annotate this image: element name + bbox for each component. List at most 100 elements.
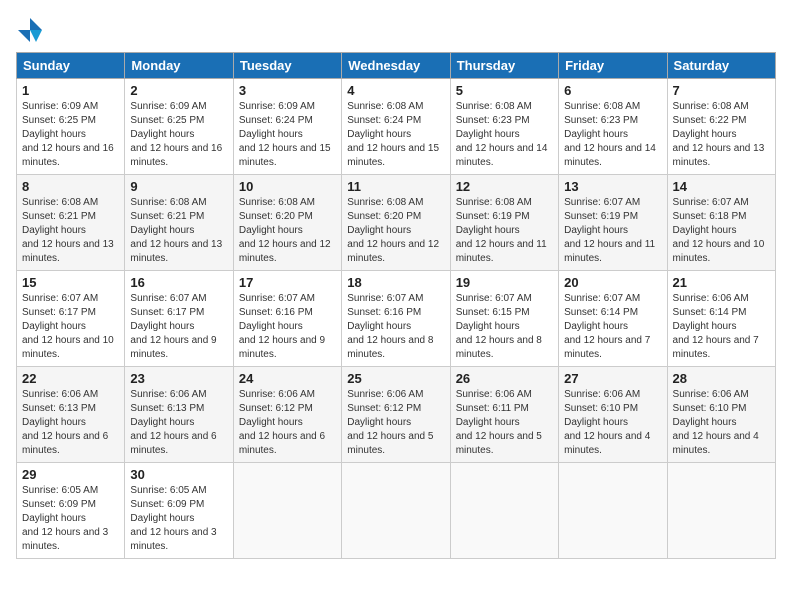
day-number: 20: [564, 275, 661, 290]
day-info: Sunrise: 6:07 AM Sunset: 6:14 PM Dayligh…: [564, 292, 661, 362]
day-number: 19: [456, 275, 553, 290]
day-info: Sunrise: 6:06 AM Sunset: 6:13 PM Dayligh…: [22, 388, 119, 458]
calendar-header-row: SundayMondayTuesdayWednesdayThursdayFrid…: [17, 53, 776, 79]
day-info: Sunrise: 6:06 AM Sunset: 6:12 PM Dayligh…: [347, 388, 444, 458]
calendar-cell: [233, 463, 341, 559]
calendar-header-thursday: Thursday: [450, 53, 558, 79]
calendar-week-row: 22 Sunrise: 6:06 AM Sunset: 6:13 PM Dayl…: [17, 367, 776, 463]
day-info: Sunrise: 6:08 AM Sunset: 6:21 PM Dayligh…: [22, 196, 119, 266]
day-number: 18: [347, 275, 444, 290]
day-info: Sunrise: 6:08 AM Sunset: 6:23 PM Dayligh…: [564, 100, 661, 170]
day-info: Sunrise: 6:07 AM Sunset: 6:19 PM Dayligh…: [564, 196, 661, 266]
day-number: 22: [22, 371, 119, 386]
calendar-cell: 16 Sunrise: 6:07 AM Sunset: 6:17 PM Dayl…: [125, 271, 233, 367]
day-number: 5: [456, 83, 553, 98]
calendar-cell: 10 Sunrise: 6:08 AM Sunset: 6:20 PM Dayl…: [233, 175, 341, 271]
calendar-cell: 2 Sunrise: 6:09 AM Sunset: 6:25 PM Dayli…: [125, 79, 233, 175]
calendar-cell: 7 Sunrise: 6:08 AM Sunset: 6:22 PM Dayli…: [667, 79, 775, 175]
calendar-cell: [342, 463, 450, 559]
calendar-cell: 28 Sunrise: 6:06 AM Sunset: 6:10 PM Dayl…: [667, 367, 775, 463]
day-number: 23: [130, 371, 227, 386]
calendar-cell: 25 Sunrise: 6:06 AM Sunset: 6:12 PM Dayl…: [342, 367, 450, 463]
calendar-cell: [559, 463, 667, 559]
day-number: 15: [22, 275, 119, 290]
calendar-header-tuesday: Tuesday: [233, 53, 341, 79]
day-number: 29: [22, 467, 119, 482]
calendar-week-row: 15 Sunrise: 6:07 AM Sunset: 6:17 PM Dayl…: [17, 271, 776, 367]
calendar-header-friday: Friday: [559, 53, 667, 79]
calendar-cell: 26 Sunrise: 6:06 AM Sunset: 6:11 PM Dayl…: [450, 367, 558, 463]
day-info: Sunrise: 6:05 AM Sunset: 6:09 PM Dayligh…: [130, 484, 227, 554]
calendar-cell: 29 Sunrise: 6:05 AM Sunset: 6:09 PM Dayl…: [17, 463, 125, 559]
calendar-cell: 11 Sunrise: 6:08 AM Sunset: 6:20 PM Dayl…: [342, 175, 450, 271]
day-info: Sunrise: 6:08 AM Sunset: 6:24 PM Dayligh…: [347, 100, 444, 170]
day-number: 24: [239, 371, 336, 386]
day-number: 13: [564, 179, 661, 194]
calendar-cell: 19 Sunrise: 6:07 AM Sunset: 6:15 PM Dayl…: [450, 271, 558, 367]
calendar-header-wednesday: Wednesday: [342, 53, 450, 79]
day-info: Sunrise: 6:07 AM Sunset: 6:18 PM Dayligh…: [673, 196, 770, 266]
page-header: [16, 16, 776, 44]
day-info: Sunrise: 6:06 AM Sunset: 6:10 PM Dayligh…: [673, 388, 770, 458]
calendar-cell: 20 Sunrise: 6:07 AM Sunset: 6:14 PM Dayl…: [559, 271, 667, 367]
day-info: Sunrise: 6:07 AM Sunset: 6:16 PM Dayligh…: [239, 292, 336, 362]
calendar-table: SundayMondayTuesdayWednesdayThursdayFrid…: [16, 52, 776, 559]
day-number: 21: [673, 275, 770, 290]
day-number: 25: [347, 371, 444, 386]
calendar-cell: 14 Sunrise: 6:07 AM Sunset: 6:18 PM Dayl…: [667, 175, 775, 271]
day-number: 11: [347, 179, 444, 194]
day-info: Sunrise: 6:09 AM Sunset: 6:24 PM Dayligh…: [239, 100, 336, 170]
calendar-cell: 24 Sunrise: 6:06 AM Sunset: 6:12 PM Dayl…: [233, 367, 341, 463]
day-number: 6: [564, 83, 661, 98]
calendar-header-sunday: Sunday: [17, 53, 125, 79]
calendar-cell: [667, 463, 775, 559]
day-number: 14: [673, 179, 770, 194]
day-number: 1: [22, 83, 119, 98]
calendar-week-row: 1 Sunrise: 6:09 AM Sunset: 6:25 PM Dayli…: [17, 79, 776, 175]
day-number: 17: [239, 275, 336, 290]
day-info: Sunrise: 6:09 AM Sunset: 6:25 PM Dayligh…: [22, 100, 119, 170]
day-number: 30: [130, 467, 227, 482]
day-info: Sunrise: 6:08 AM Sunset: 6:23 PM Dayligh…: [456, 100, 553, 170]
day-info: Sunrise: 6:07 AM Sunset: 6:16 PM Dayligh…: [347, 292, 444, 362]
day-info: Sunrise: 6:08 AM Sunset: 6:21 PM Dayligh…: [130, 196, 227, 266]
calendar-cell: 5 Sunrise: 6:08 AM Sunset: 6:23 PM Dayli…: [450, 79, 558, 175]
logo: [16, 16, 48, 44]
day-info: Sunrise: 6:06 AM Sunset: 6:14 PM Dayligh…: [673, 292, 770, 362]
day-number: 7: [673, 83, 770, 98]
calendar-cell: 3 Sunrise: 6:09 AM Sunset: 6:24 PM Dayli…: [233, 79, 341, 175]
calendar-cell: 27 Sunrise: 6:06 AM Sunset: 6:10 PM Dayl…: [559, 367, 667, 463]
calendar-week-row: 8 Sunrise: 6:08 AM Sunset: 6:21 PM Dayli…: [17, 175, 776, 271]
day-info: Sunrise: 6:09 AM Sunset: 6:25 PM Dayligh…: [130, 100, 227, 170]
calendar-cell: 22 Sunrise: 6:06 AM Sunset: 6:13 PM Dayl…: [17, 367, 125, 463]
day-info: Sunrise: 6:06 AM Sunset: 6:12 PM Dayligh…: [239, 388, 336, 458]
calendar-cell: 17 Sunrise: 6:07 AM Sunset: 6:16 PM Dayl…: [233, 271, 341, 367]
calendar-cell: 15 Sunrise: 6:07 AM Sunset: 6:17 PM Dayl…: [17, 271, 125, 367]
day-info: Sunrise: 6:05 AM Sunset: 6:09 PM Dayligh…: [22, 484, 119, 554]
day-info: Sunrise: 6:07 AM Sunset: 6:15 PM Dayligh…: [456, 292, 553, 362]
calendar-cell: 13 Sunrise: 6:07 AM Sunset: 6:19 PM Dayl…: [559, 175, 667, 271]
calendar-cell: 12 Sunrise: 6:08 AM Sunset: 6:19 PM Dayl…: [450, 175, 558, 271]
day-number: 9: [130, 179, 227, 194]
day-info: Sunrise: 6:07 AM Sunset: 6:17 PM Dayligh…: [22, 292, 119, 362]
day-info: Sunrise: 6:08 AM Sunset: 6:20 PM Dayligh…: [347, 196, 444, 266]
calendar-cell: 21 Sunrise: 6:06 AM Sunset: 6:14 PM Dayl…: [667, 271, 775, 367]
calendar-cell: 9 Sunrise: 6:08 AM Sunset: 6:21 PM Dayli…: [125, 175, 233, 271]
day-number: 2: [130, 83, 227, 98]
calendar-header-saturday: Saturday: [667, 53, 775, 79]
day-number: 28: [673, 371, 770, 386]
day-info: Sunrise: 6:07 AM Sunset: 6:17 PM Dayligh…: [130, 292, 227, 362]
calendar-header-monday: Monday: [125, 53, 233, 79]
calendar-cell: 1 Sunrise: 6:09 AM Sunset: 6:25 PM Dayli…: [17, 79, 125, 175]
day-number: 4: [347, 83, 444, 98]
day-number: 3: [239, 83, 336, 98]
calendar-cell: 4 Sunrise: 6:08 AM Sunset: 6:24 PM Dayli…: [342, 79, 450, 175]
calendar-cell: [450, 463, 558, 559]
day-info: Sunrise: 6:08 AM Sunset: 6:20 PM Dayligh…: [239, 196, 336, 266]
day-number: 16: [130, 275, 227, 290]
day-number: 10: [239, 179, 336, 194]
day-info: Sunrise: 6:08 AM Sunset: 6:22 PM Dayligh…: [673, 100, 770, 170]
day-number: 26: [456, 371, 553, 386]
calendar-cell: 30 Sunrise: 6:05 AM Sunset: 6:09 PM Dayl…: [125, 463, 233, 559]
calendar-week-row: 29 Sunrise: 6:05 AM Sunset: 6:09 PM Dayl…: [17, 463, 776, 559]
